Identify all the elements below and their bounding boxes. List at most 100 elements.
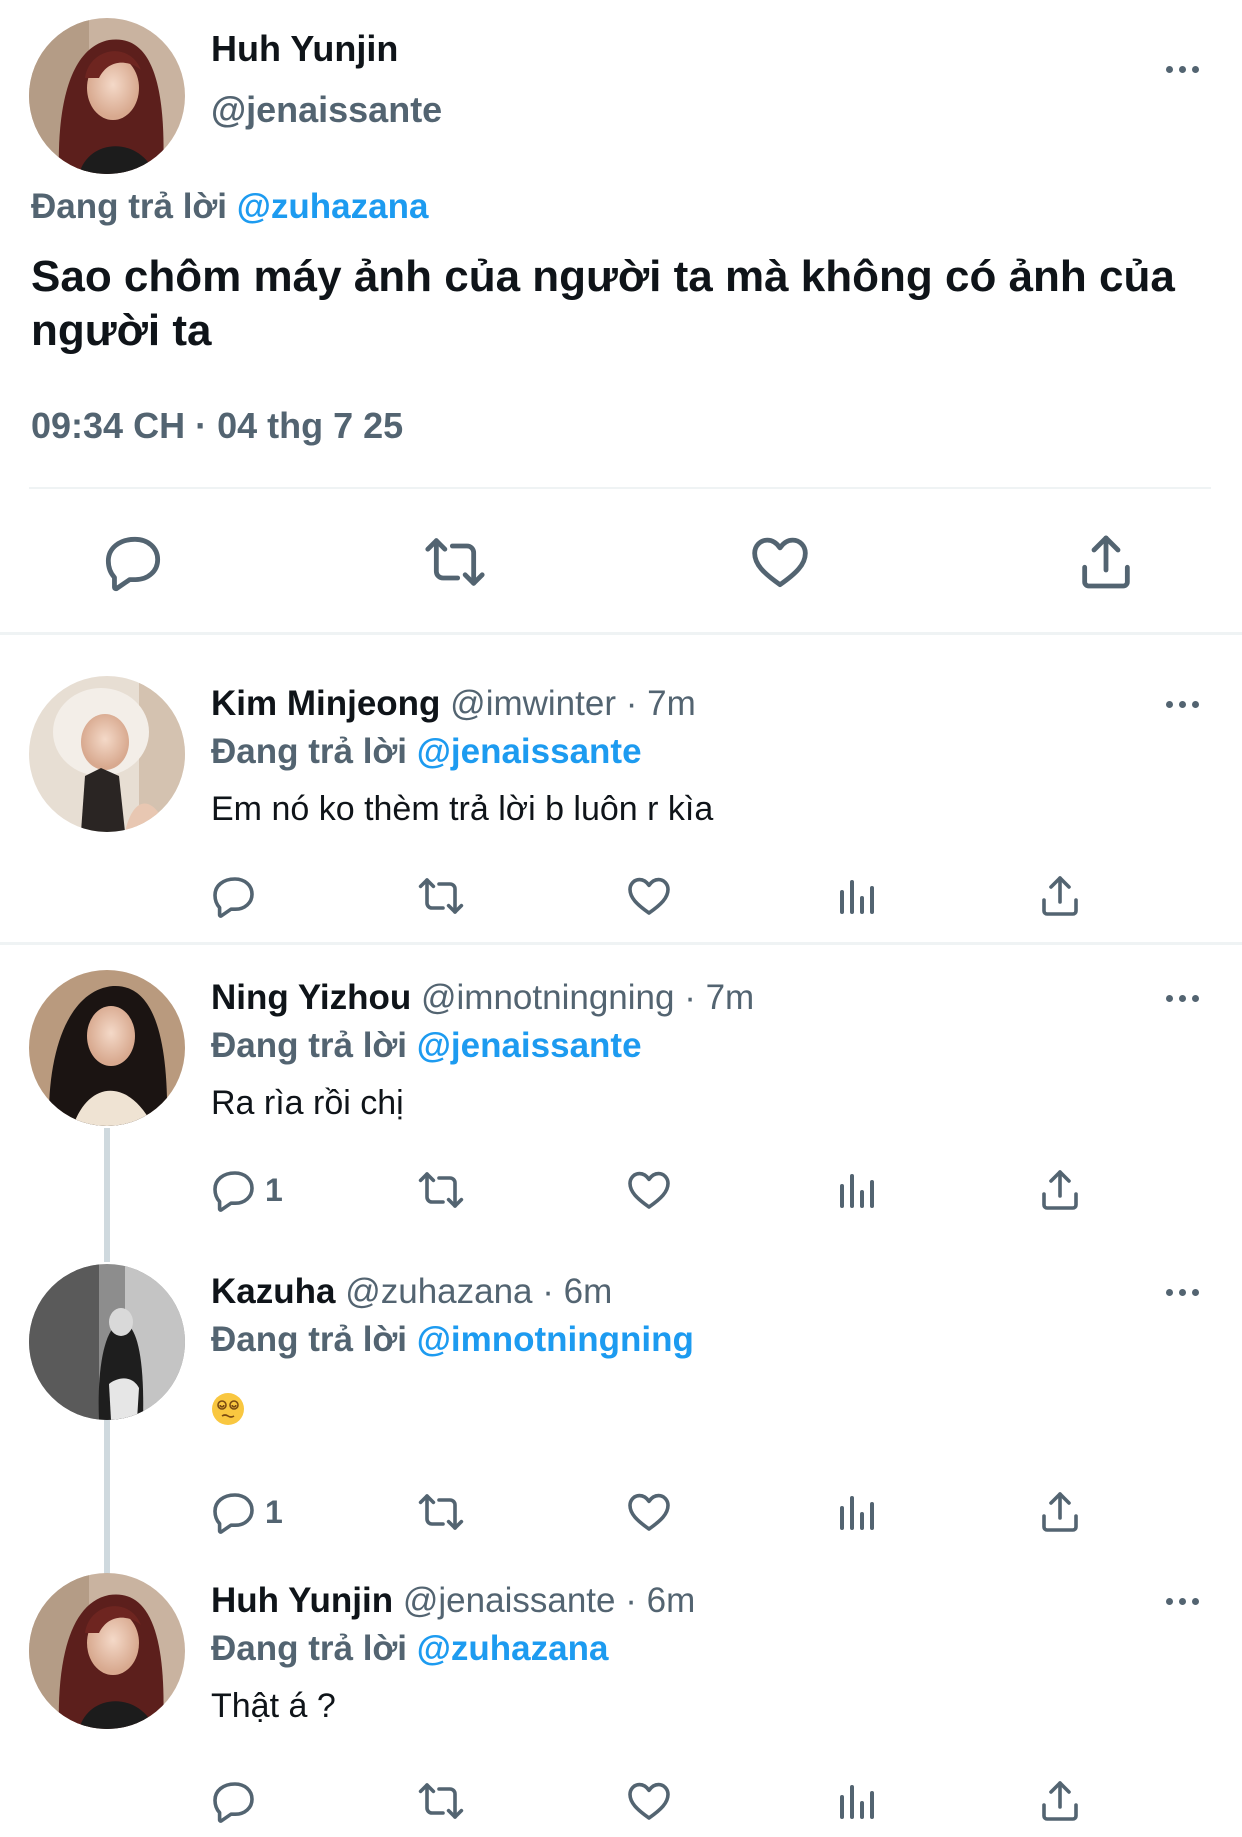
analytics-icon [832,1166,880,1214]
analytics-icon [832,1488,880,1536]
reply-actions [0,868,1242,924]
reply-tweet[interactable]: Huh Yunjin @jenaissante · 6m Đang trả lờ… [0,1573,1242,1837]
like-button[interactable] [625,868,673,924]
avatar[interactable] [29,1573,185,1729]
analytics-icon [832,1777,880,1825]
retweet-icon [417,1488,465,1536]
mention-link[interactable]: @zuhazana [417,1629,609,1668]
author-handle[interactable]: @jenaissante [211,89,442,131]
share-button[interactable] [1036,1773,1084,1829]
reply-actions [0,1773,1242,1829]
retweet-icon[interactable] [423,530,487,594]
like-button[interactable] [625,1162,673,1218]
reply-tweet[interactable]: Kazuha @zuhazana · 6m Đang trả lời @imno… [0,1264,1242,1534]
like-button[interactable] [625,1484,673,1540]
retweet-button[interactable] [417,868,465,924]
replying-prefix: Đang trả lời [211,732,408,771]
relative-time[interactable]: · 6m [542,1272,612,1311]
reply-button[interactable] [211,868,259,924]
replying-to: Đang trả lời @imnotningning [211,1320,694,1360]
relative-time[interactable]: · 7m [626,684,696,723]
author-handle[interactable]: @imnotningning [421,978,674,1017]
share-button[interactable] [1036,1484,1084,1540]
reply-icon [211,1488,259,1536]
replying-prefix: Đang trả lời [211,1629,408,1668]
author-name[interactable]: Ning Yizhou [211,978,411,1017]
analytics-button[interactable] [832,1484,880,1540]
more-options-icon[interactable] [1166,701,1199,708]
avatar[interactable] [29,970,185,1126]
author-name[interactable]: Kazuha [211,1272,335,1311]
analytics-button[interactable] [832,1162,880,1218]
share-button[interactable] [1036,1162,1084,1218]
reply-icon[interactable] [103,530,167,594]
mention-link[interactable]: @jenaissante [417,1026,642,1065]
reply-text: Ra rìa rồi chị [211,1084,404,1122]
reply-actions: 1 [0,1484,1242,1540]
reply-button[interactable]: 1 [211,1162,283,1218]
reply-icon [211,872,259,920]
like-icon [625,1488,673,1536]
relative-time[interactable]: · 6m [625,1581,695,1620]
replying-to: Đang trả lời @jenaissante [211,1026,642,1066]
reply-icon [211,1777,259,1825]
retweet-icon [417,1777,465,1825]
avatar[interactable] [29,18,185,174]
analytics-icon [832,872,880,920]
retweet-icon [417,1166,465,1214]
reply-header: Ning Yizhou @imnotningning · 7m [211,978,754,1018]
reply-header: Kim Minjeong @imwinter · 7m [211,684,696,724]
retweet-button[interactable] [417,1162,465,1218]
main-tweet: Huh Yunjin @jenaissante Đang trả lời @zu… [0,0,1242,633]
divider [29,487,1211,489]
tweet-timestamp[interactable]: 09:34 CH · 04 thg 7 25 [31,405,403,447]
share-icon [1036,872,1084,920]
like-icon [625,872,673,920]
dizzy-face-emoji [212,1393,244,1425]
like-icon[interactable] [748,530,812,594]
reply-icon [211,1166,259,1214]
tweet-text: Sao chôm máy ảnh của người ta mà không c… [31,252,1175,355]
section-divider [0,632,1242,635]
analytics-button[interactable] [832,868,880,924]
more-options-icon[interactable] [1166,1289,1199,1296]
reply-text: Thật á ? [211,1687,336,1725]
author-handle[interactable]: @imwinter [450,684,616,723]
reply-count: 1 [265,1171,283,1208]
reply-text: Em nó ko thèm trả lời b luôn r kìa [211,790,714,828]
reply-button[interactable]: 1 [211,1484,283,1540]
author-handle[interactable]: @jenaissante [403,1581,616,1620]
mention-link[interactable]: @imnotningning [417,1320,694,1359]
retweet-button[interactable] [417,1773,465,1829]
share-icon[interactable] [1074,530,1138,594]
more-options-icon[interactable] [1166,66,1199,73]
avatar[interactable] [29,676,185,832]
retweet-button[interactable] [417,1484,465,1540]
avatar[interactable] [29,1264,185,1420]
reply-button[interactable] [211,1773,259,1829]
like-icon [625,1166,673,1214]
share-icon [1036,1777,1084,1825]
author-name[interactable]: Kim Minjeong [211,684,440,723]
share-icon [1036,1166,1084,1214]
like-icon [625,1777,673,1825]
mention-link[interactable]: @jenaissante [417,732,642,771]
reply-header: Kazuha @zuhazana · 6m [211,1272,612,1312]
author-handle[interactable]: @zuhazana [345,1272,532,1311]
more-options-icon[interactable] [1166,995,1199,1002]
reply-header: Huh Yunjin @jenaissante · 6m [211,1581,695,1621]
reply-tweet[interactable]: Ning Yizhou @imnotningning · 7m Đang trả… [0,970,1242,1210]
author-name[interactable]: Huh Yunjin [211,28,398,70]
replying-prefix: Đang trả lời [31,187,228,226]
author-name[interactable]: Huh Yunjin [211,1581,393,1620]
more-options-icon[interactable] [1166,1598,1199,1605]
share-button[interactable] [1036,868,1084,924]
analytics-button[interactable] [832,1773,880,1829]
mention-link[interactable]: @zuhazana [237,187,429,226]
reply-tweet[interactable]: Kim Minjeong @imwinter · 7m Đang trả lời… [0,676,1242,916]
reply-count: 1 [265,1493,283,1530]
relative-time[interactable]: · 7m [684,978,754,1017]
replying-prefix: Đang trả lời [211,1320,408,1359]
reply-actions: 1 [0,1162,1242,1218]
like-button[interactable] [625,1773,673,1829]
